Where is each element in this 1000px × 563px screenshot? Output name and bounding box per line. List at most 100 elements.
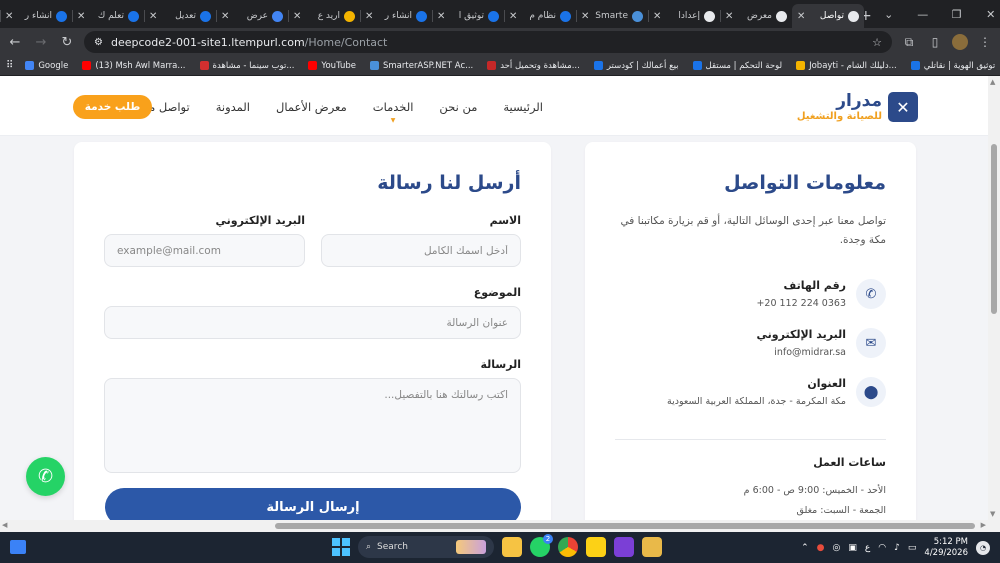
wifi-icon[interactable]: ◠ <box>878 543 886 553</box>
tab-close-icon[interactable]: ✕ <box>725 11 733 22</box>
scroll-up-icon[interactable]: ▲ <box>990 78 995 86</box>
tab-close-icon[interactable]: ✕ <box>509 11 517 22</box>
site-logo[interactable]: ✕ مدرار للصيانة والتشغيل <box>797 92 918 122</box>
bookmark-item[interactable]: (13) Msh Awl Marra... <box>82 61 186 71</box>
bookmark-item[interactable]: بيع أعمالك | كودستر <box>593 61 679 71</box>
browser-tab[interactable]: عرض ✕ <box>216 4 288 28</box>
scroll-left-icon[interactable]: ◀ <box>2 521 7 529</box>
apps-grid-icon[interactable]: ⠿ <box>6 60 13 71</box>
nav-blog[interactable]: المدونة <box>216 100 250 114</box>
profile-avatar[interactable] <box>952 34 968 50</box>
send-message-button[interactable]: إرسال الرسالة <box>105 488 521 520</box>
horizontal-scroll-thumb[interactable] <box>275 523 975 529</box>
tab-favicon-icon <box>704 10 715 22</box>
browser-tab[interactable]: إعدادا ✕ <box>648 4 720 28</box>
battery-icon[interactable]: ▭ <box>908 543 917 553</box>
name-input[interactable] <box>321 234 521 267</box>
nav-services[interactable]: الخدمات ▼ <box>373 100 414 124</box>
tray-app-icon-3[interactable]: ▣ <box>848 543 857 553</box>
close-window-icon[interactable]: ✕ <box>974 8 1000 21</box>
minimize-icon[interactable]: — <box>906 8 940 21</box>
sticky-notes-icon[interactable] <box>586 537 606 557</box>
volume-icon[interactable]: ♪ <box>894 543 900 553</box>
tab-label: تعديل <box>175 11 196 21</box>
chevron-up-icon[interactable]: ⌃ <box>801 543 809 553</box>
bookmark-item[interactable]: مشاهدة وتحميل أحد... <box>487 61 580 71</box>
address-label: العنوان <box>807 377 846 390</box>
chrome-icon[interactable] <box>558 537 578 557</box>
taskbar-search[interactable]: ⌕ Search <box>358 536 494 558</box>
site-info-icon[interactable]: ⚙ <box>94 37 103 48</box>
horizontal-scrollbar[interactable]: ◀ ▶ <box>0 520 1000 532</box>
back-icon[interactable]: ← <box>6 35 24 50</box>
forward-icon[interactable]: → <box>32 35 50 50</box>
bookmark-item[interactable]: YouTube <box>308 61 356 71</box>
tab-label: تعلم ك <box>97 11 124 21</box>
tab-search-icon[interactable]: ⌄ <box>872 8 906 21</box>
tray-app-icon-2[interactable]: ◎ <box>833 543 841 553</box>
nav-home[interactable]: الرئيسية <box>503 100 543 114</box>
tab-close-icon[interactable]: ✕ <box>653 11 661 22</box>
nav-portfolio[interactable]: معرض الأعمال <box>276 100 347 114</box>
tab-close-icon[interactable]: ✕ <box>5 11 13 22</box>
reload-icon[interactable]: ↻ <box>58 35 76 50</box>
tab-close-icon[interactable]: ✕ <box>149 11 157 22</box>
nav-about[interactable]: من نحن <box>439 100 477 114</box>
browser-tab[interactable]: نظام م ✕ <box>504 4 576 28</box>
whatsapp-badge: 2 <box>543 534 553 544</box>
restore-icon[interactable]: ❐ <box>940 8 974 21</box>
visual-studio-icon[interactable] <box>614 537 634 557</box>
tab-close-icon[interactable]: ✕ <box>293 11 301 22</box>
browser-tab[interactable]: انشاء ر ✕ <box>0 4 72 28</box>
bookmark-star-icon[interactable]: ☆ <box>872 36 882 49</box>
bookmark-item[interactable]: توثيق الهوية | نقاتلي <box>910 61 995 71</box>
email-input[interactable] <box>104 234 305 267</box>
tab-close-icon[interactable]: ✕ <box>365 11 373 22</box>
menu-icon[interactable]: ⋮ <box>976 35 994 49</box>
tab-close-icon[interactable]: ✕ <box>797 11 805 22</box>
app-icon[interactable] <box>642 537 662 557</box>
browser-tab[interactable]: تعلم ك ✕ <box>72 4 144 28</box>
tray-app-icon[interactable]: ● <box>817 543 825 553</box>
file-explorer-icon[interactable] <box>502 537 522 557</box>
vertical-scroll-thumb[interactable] <box>991 144 997 314</box>
subject-input[interactable] <box>104 306 521 339</box>
bookmark-favicon-icon <box>82 61 92 70</box>
browser-tab[interactable]: تعديل ✕ <box>144 4 216 28</box>
bookmark-item[interactable]: لوحة التحكم | مستقل <box>692 61 782 71</box>
browser-tab[interactable]: توثيق ا ✕ <box>432 4 504 28</box>
bookmark-item[interactable]: Google <box>25 61 68 71</box>
name-label: الاسم <box>489 214 521 227</box>
scroll-down-icon[interactable]: ▼ <box>990 510 995 518</box>
vertical-scrollbar[interactable]: ▲ ▼ <box>988 76 1000 520</box>
request-service-button[interactable]: طلب خدمة <box>73 95 152 119</box>
scroll-right-icon[interactable]: ▶ <box>981 521 986 529</box>
notification-icon[interactable]: ◔ <box>976 540 990 555</box>
bookmark-item[interactable]: SmarterASP.NET Ac... <box>370 61 473 71</box>
email-value[interactable]: info@midrar.sa <box>757 347 846 358</box>
tab-close-icon[interactable]: ✕ <box>221 11 229 22</box>
window-controls: ⌄ — ❐ ✕ <box>872 0 1000 28</box>
windows-start-icon[interactable] <box>332 538 350 556</box>
phone-value[interactable]: +20 112 224 0363 <box>756 298 846 309</box>
tab-close-icon[interactable]: ✕ <box>437 11 445 22</box>
address-item: ⬤ العنوان مكة المكرمة - جدة، المملكة الع… <box>667 377 886 407</box>
extensions-icon[interactable]: ⧉ <box>900 35 918 50</box>
language-indicator[interactable]: ع <box>865 543 870 553</box>
browser-tab[interactable]: اريد ع ✕ <box>288 4 360 28</box>
widgets-icon[interactable] <box>10 540 26 554</box>
bookmark-item[interactable]: توب سينما - مشاهدة... <box>199 61 294 71</box>
tab-close-icon[interactable]: ✕ <box>581 11 589 22</box>
address-bar[interactable]: ⚙ deepcode2-001-site1.ltempurl.com/Home/… <box>84 31 892 53</box>
sidebar-icon[interactable]: ▯ <box>926 35 944 49</box>
whatsapp-float-button[interactable]: ✆ <box>26 457 65 496</box>
browser-tab[interactable]: معرض ✕ <box>720 4 792 28</box>
browser-tab[interactable]: Smarte ✕ <box>576 4 648 28</box>
tab-close-icon[interactable]: ✕ <box>77 11 85 22</box>
browser-tab[interactable]: تواصل ✕ <box>792 4 864 28</box>
browser-tab[interactable]: انشاء ر ✕ <box>360 4 432 28</box>
message-textarea[interactable] <box>104 378 521 473</box>
whatsapp-taskbar-icon[interactable]: 2 <box>530 534 553 557</box>
bookmark-item[interactable]: Jobayti - دليلك الشام... <box>796 61 897 71</box>
clock[interactable]: 5:12 PM 4/29/2026 <box>924 537 968 558</box>
